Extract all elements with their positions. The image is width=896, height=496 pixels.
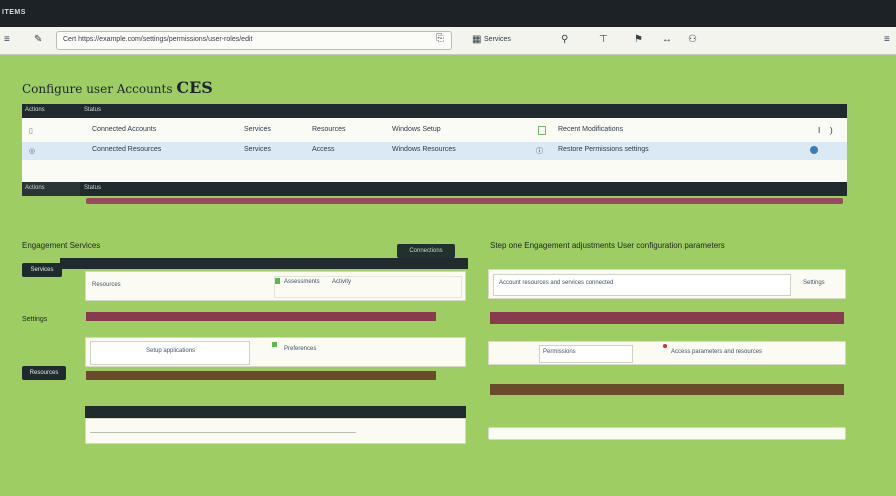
table-header: Actions Status <box>22 104 847 118</box>
left-card[interactable] <box>85 418 466 444</box>
card-text: Preferences <box>284 346 317 352</box>
menu-icon[interactable]: ≡ <box>4 35 10 45</box>
table-cell: Resources <box>312 126 346 133</box>
card-subfield <box>274 276 462 298</box>
progress-bar <box>86 371 436 380</box>
checkbox-icon[interactable] <box>538 126 546 135</box>
tab-services[interactable]: Services <box>484 36 511 43</box>
page-title-strong: CES <box>176 78 213 97</box>
overflow-icon[interactable]: ≡ <box>884 35 890 45</box>
cursor-icon: I <box>818 126 821 135</box>
copy-icon[interactable]: ⎘ <box>436 34 444 44</box>
resources-badge[interactable]: Resources <box>22 366 66 380</box>
left-header-bar <box>60 258 468 269</box>
horizontal-scrollbar[interactable] <box>86 198 843 204</box>
settings-label: Settings <box>22 316 48 323</box>
toolbar: ≡ ✎ Cert https://example.com/settings/pe… <box>0 27 896 55</box>
table-cell: Recent Modifications <box>558 126 623 133</box>
right-input[interactable] <box>488 427 846 440</box>
card-text: Account resources and services connected <box>499 280 614 286</box>
footer-label: Status <box>84 185 102 191</box>
bookmark-icon[interactable]: ✎ <box>34 35 42 45</box>
column-header: Actions <box>25 107 45 113</box>
app-brand: ITEMS <box>2 9 26 16</box>
progress-bar <box>86 312 436 321</box>
column-header: Status <box>84 107 102 113</box>
table-footer: Actions Status <box>22 182 847 196</box>
edit-icon[interactable]: ⊤ <box>599 35 608 45</box>
page-title: Configure user Accounts CES <box>22 78 213 97</box>
row-icon: ▯ <box>29 128 33 135</box>
page-title-prefix: Configure user Accounts <box>22 82 173 96</box>
progress-bar <box>490 312 844 324</box>
table-cell: Restore Permissions settings <box>558 146 649 153</box>
divider <box>90 432 356 433</box>
table-cell: Services <box>244 126 271 133</box>
left-section-heading: Engagement Services <box>22 241 101 250</box>
card-text: Setup applications <box>146 348 196 354</box>
card-text: Permissions <box>543 349 576 355</box>
table-cell: Windows Resources <box>392 146 456 153</box>
status-square-icon <box>272 342 277 347</box>
connections-button[interactable]: Connections <box>397 244 455 258</box>
table-cell: Access <box>312 146 335 153</box>
table-row[interactable]: ◎ Connected Resources Services Access Wi… <box>22 142 847 160</box>
card-text: Resources <box>92 282 121 288</box>
left-card[interactable]: Setup applications Preferences <box>85 337 466 367</box>
pin-icon[interactable]: ⚲ <box>561 35 568 45</box>
left-dark-bar <box>85 406 466 418</box>
services-badge[interactable]: Services <box>22 263 62 277</box>
table-cell: Windows Setup <box>392 126 441 133</box>
left-card[interactable]: Resources Assessments Activity <box>85 271 466 301</box>
table-row[interactable]: ▯ Connected Accounts Services Resources … <box>22 122 847 140</box>
status-dot-icon <box>810 146 818 154</box>
share-icon[interactable]: ↔ <box>662 35 672 45</box>
apps-icon[interactable]: ▦ <box>472 35 481 45</box>
right-card[interactable]: Account resources and services connected… <box>488 269 846 299</box>
accounts-table: ▯ Connected Accounts Services Resources … <box>22 118 847 182</box>
address-bar[interactable]: Cert https://example.com/settings/permis… <box>56 31 452 50</box>
table-cell: Connected Accounts <box>92 126 157 133</box>
progress-bar <box>490 384 844 395</box>
right-card[interactable]: Permissions Access parameters and resour… <box>488 341 846 365</box>
card-text: Settings <box>803 280 825 286</box>
status-dot-icon <box>663 344 667 348</box>
top-bar: ITEMS <box>0 0 896 27</box>
info-icon[interactable]: ⓘ <box>536 146 543 156</box>
table-cell: Services <box>244 146 271 153</box>
table-cell: Connected Resources <box>92 146 162 153</box>
row-icon: ◎ <box>29 148 36 155</box>
settings-icon[interactable]: ⚑ <box>634 35 643 45</box>
user-icon[interactable]: ⚇ <box>688 35 697 45</box>
close-paren-icon: ) <box>830 126 833 135</box>
card-text: Access parameters and resources <box>671 349 763 355</box>
right-section-heading: Step one Engagement adjustments User con… <box>490 241 725 250</box>
footer-label: Actions <box>25 185 45 191</box>
